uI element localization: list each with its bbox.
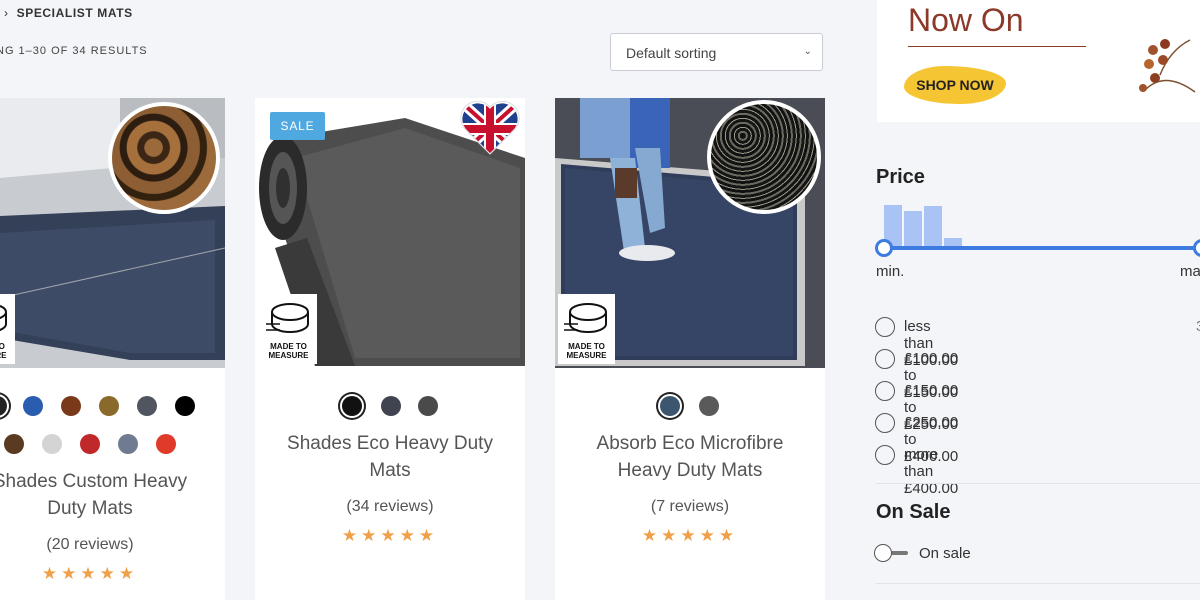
made-to-measure-badge: MADE TO MEASURE [260, 294, 317, 364]
product-image[interactable]: MADE TO MEASURE [555, 98, 825, 368]
on-sale-toggle[interactable] [874, 544, 908, 562]
review-count: (7 reviews) [650, 498, 730, 515]
product-title-line: Absorb Eco Microfibre [596, 433, 784, 454]
product-title-line: Duty Mats [47, 498, 133, 519]
made-to-measure-text: MADE TO MEASURE [0, 342, 7, 360]
on-sale-filter-title: On Sale [876, 501, 951, 523]
made-to-measure-text: MADE TO MEASURE [268, 342, 309, 360]
product-title-line: Shades Custom Heavy [0, 471, 188, 492]
price-range-radio[interactable] [875, 445, 895, 465]
product-title[interactable]: Shades Custom Heavy Duty Mats [0, 468, 225, 522]
chevron-right-icon: › [4, 6, 9, 20]
product-title-line: Shades Eco Heavy Duty [287, 433, 493, 454]
product-title-line: Heavy Duty Mats [617, 460, 763, 481]
product-title[interactable]: Absorb Eco Microfibre Heavy Duty Mats [555, 430, 825, 484]
product-card[interactable]: MADE TO MEASURE Absorb Eco Microfibre Hea… [555, 98, 825, 600]
swatch[interactable] [381, 396, 401, 416]
price-range-radio[interactable] [875, 317, 895, 337]
product-title[interactable]: Shades Eco Heavy Duty Mats [255, 430, 525, 484]
made-to-measure-badge: MADE TO MEASURE [558, 294, 615, 364]
banner-headline: Now On [908, 2, 1024, 38]
product-card[interactable]: SALE MADE TO MEASURE Shades Eco Heavy Du… [255, 98, 525, 600]
swatch[interactable] [4, 434, 24, 454]
sale-badge: SALE [270, 112, 325, 140]
swatch[interactable] [342, 396, 362, 416]
results-count: NG 1–30 OF 34 RESULTS [0, 45, 148, 57]
swatch[interactable] [137, 396, 157, 416]
texture-zoom [707, 100, 821, 214]
review-count: (34 reviews) [346, 498, 434, 515]
swatch[interactable] [699, 396, 719, 416]
price-filter-title: Price [876, 166, 925, 188]
product-title-line: Mats [369, 460, 411, 481]
sorting-value: Default sorting [626, 45, 717, 61]
price-slider-max-handle[interactable] [1193, 239, 1200, 257]
berries-decoration-icon [1139, 39, 1196, 93]
filter-divider [876, 583, 1200, 584]
star-rating: ★★★★★ [341, 526, 439, 545]
breadcrumb-current: SPECIALIST MATS [16, 6, 133, 20]
swatch[interactable] [42, 434, 62, 454]
banner-divider [908, 46, 1086, 47]
sorting-select[interactable]: Default sorting ⌄ [610, 33, 823, 71]
price-range-radio[interactable] [875, 413, 895, 433]
price-range-label[interactable]: more than £400.00 [904, 446, 958, 497]
swatch[interactable] [418, 396, 438, 416]
price-slider-min-handle[interactable] [875, 239, 893, 257]
star-rating: ★★★★★ [641, 526, 739, 545]
star-rating: ★★★★★ [41, 564, 139, 583]
made-to-measure-text: MADE TO MEASURE [566, 342, 607, 360]
review-count: (20 reviews) [46, 536, 134, 553]
swatch[interactable] [118, 434, 138, 454]
shop-now-button[interactable]: SHOP NOW [904, 66, 1006, 104]
product-image[interactable]: MADE TO MEASURE [0, 98, 225, 368]
breadcrumb: › SPECIALIST MATS [4, 6, 133, 20]
price-range-radio[interactable] [875, 381, 895, 401]
price-max-label: ma [1180, 263, 1200, 280]
union-jack-heart-icon [460, 100, 520, 155]
swatch[interactable] [660, 396, 680, 416]
swatch[interactable] [23, 396, 43, 416]
product-image[interactable]: SALE MADE TO MEASURE [255, 98, 525, 368]
histogram-bar [904, 211, 922, 248]
price-min-label: min. [876, 263, 905, 280]
on-sale-label[interactable]: On sale [919, 545, 971, 562]
histogram-bar [924, 206, 942, 248]
texture-zoom [108, 102, 220, 214]
filter-divider [876, 483, 1200, 484]
price-histogram [884, 200, 1200, 248]
price-slider-track[interactable] [884, 246, 1200, 250]
swatch[interactable] [0, 396, 7, 416]
swatch[interactable] [61, 396, 81, 416]
swatch[interactable] [99, 396, 119, 416]
swatch[interactable] [80, 434, 100, 454]
price-range-radio[interactable] [875, 349, 895, 369]
product-card[interactable]: MADE TO MEASURE Shades Custom Heavy Duty… [0, 98, 225, 600]
made-to-measure-badge: MADE TO MEASURE [0, 294, 15, 364]
chevron-down-icon: ⌄ [803, 46, 812, 57]
swatch[interactable] [156, 434, 176, 454]
swatch[interactable] [175, 396, 195, 416]
promo-banner[interactable]: Now On SHOP NOW [877, 0, 1200, 122]
price-range-count: 3 [1196, 318, 1200, 335]
